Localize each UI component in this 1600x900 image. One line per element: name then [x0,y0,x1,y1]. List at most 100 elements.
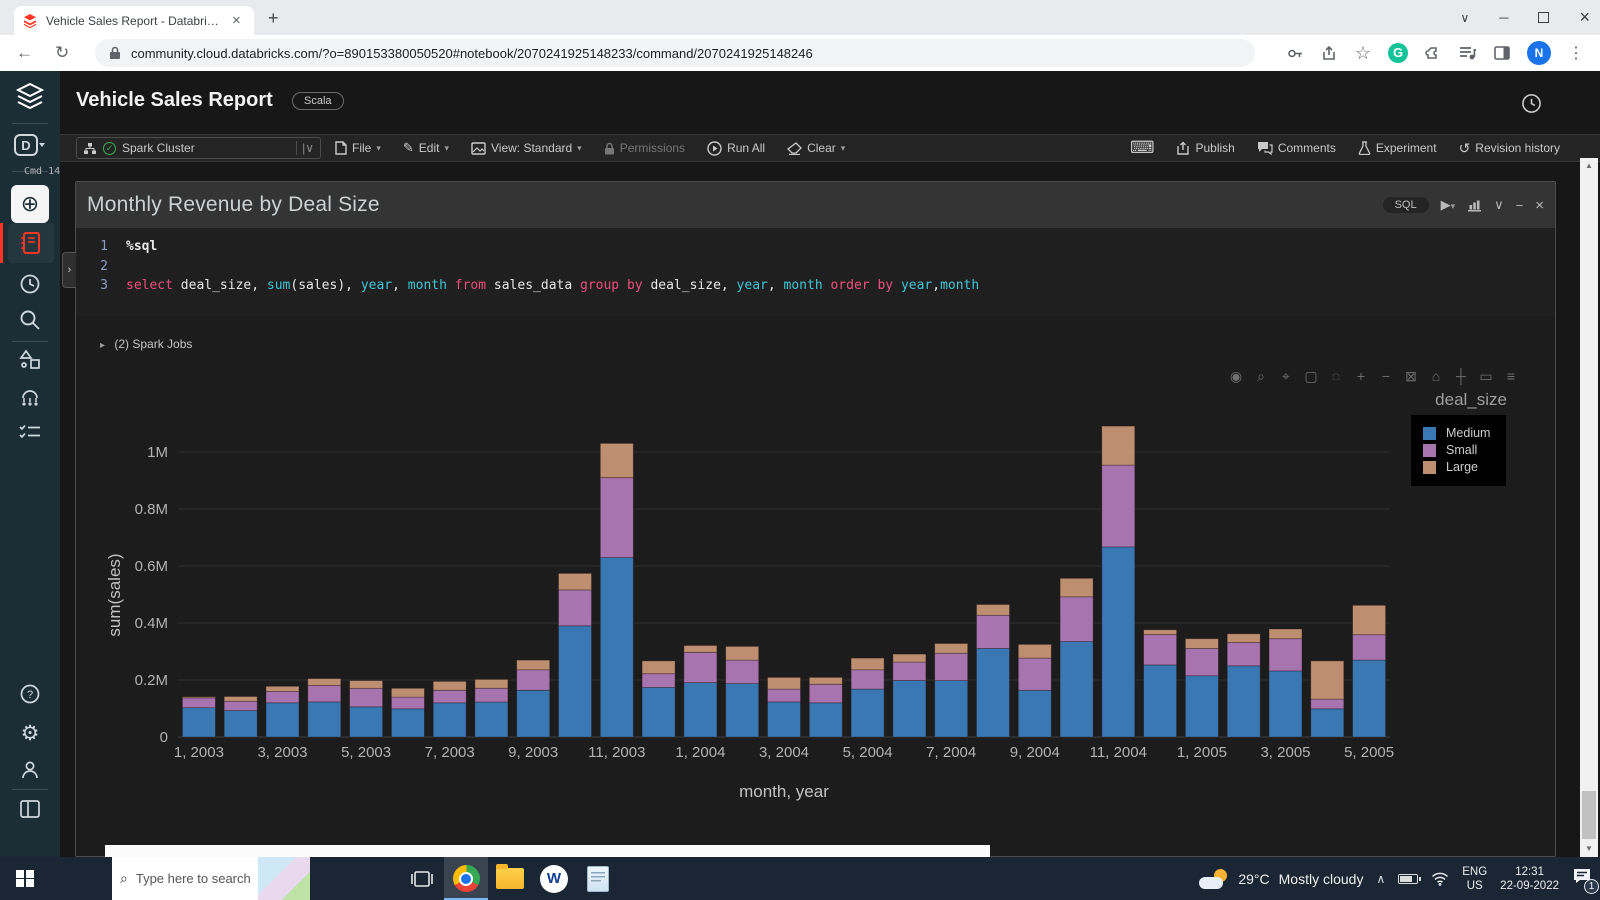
action-center-button[interactable]: 1 [1572,867,1592,890]
spark-jobs-toggle[interactable]: ▸ (2) Spark Jobs [100,337,192,351]
databricks-logo-icon[interactable] [0,83,60,111]
scrollbar[interactable]: ▲ ▼ [1580,158,1598,857]
scroll-down-icon[interactable]: ▼ [1580,841,1598,857]
tab-close-icon[interactable]: × [232,13,241,28]
taskbar-office-button[interactable]: W [532,857,576,900]
comments-button[interactable]: Comments [1257,141,1336,155]
task-view-button[interactable] [400,857,444,900]
browser-menu-dots-icon[interactable]: ⋮ [1568,43,1584,63]
cluster-dropdown-icon[interactable]: |∨ [296,141,314,155]
workspace-switcher[interactable]: D [0,133,60,157]
last-edit-clock-icon[interactable] [1521,93,1542,119]
zoom-out-icon[interactable]: − [1378,368,1394,385]
run-cell-button[interactable]: ▶▾ [1441,197,1456,213]
wifi-icon[interactable] [1431,872,1449,886]
sidebar-item-settings[interactable]: ⚙ [0,721,60,746]
spikelines-icon[interactable]: ┼ [1453,368,1469,385]
search-daily-image[interactable] [258,857,310,900]
legend-item[interactable]: Small [1423,443,1496,457]
share-icon[interactable] [1321,45,1338,62]
permissions-button[interactable]: Permissions [604,141,685,155]
sidebar-item-help[interactable]: ? [0,683,60,705]
cell-chevron-down-icon[interactable]: ∨ [1494,197,1504,213]
caret-down-icon: ▾ [444,143,449,154]
taskbar-weather[interactable]: 29°C Mostly cloudy [1199,869,1363,889]
view-menu[interactable]: View: Standard▾ [471,141,582,155]
scrollbar-thumb[interactable] [1582,791,1596,839]
camera-icon[interactable]: ◉ [1228,368,1244,385]
svg-text:7, 2004: 7, 2004 [926,744,976,761]
chart-legend[interactable]: Medium Small Large [1411,415,1506,486]
taskbar-notepad-button[interactable] [576,857,620,900]
notification-badge: 1 [1584,879,1599,894]
cell-minimize-icon[interactable]: − [1516,198,1524,213]
scroll-up-icon[interactable]: ▲ [1580,158,1598,174]
window-minimize-button[interactable]: ─ [1499,10,1508,25]
window-close-button[interactable]: × [1579,7,1590,28]
tab-search-chevron-icon[interactable]: ∨ [1460,11,1469,25]
side-panel-icon[interactable] [1494,45,1510,61]
sidebar-item-account[interactable] [0,759,60,781]
run-all-button[interactable]: Run All [707,141,765,156]
sidebar-item-notebook[interactable] [8,223,54,263]
search-placeholder: Type here to search [136,871,251,886]
language-badge[interactable]: Scala [292,92,344,110]
back-icon[interactable]: ← [16,43,33,63]
publish-button[interactable]: Publish [1176,141,1234,155]
sidebar-item-create[interactable]: ⊕ [11,185,49,223]
experiment-button[interactable]: Experiment [1358,141,1437,155]
pan-icon[interactable]: ⌖ [1278,368,1294,385]
databricks-app: D ⊕ [0,71,1600,857]
autoscale-icon[interactable]: ⊠ [1403,368,1419,385]
zoom-icon[interactable]: ⌕ [1253,368,1269,385]
browser-tab[interactable]: Vehicle Sales Report - Databricks × [14,6,254,35]
battery-icon[interactable] [1398,874,1418,884]
svg-text:7, 2003: 7, 2003 [425,744,475,761]
media-playlist-icon[interactable] [1459,46,1477,61]
taskbar-search[interactable]: ⌕ Type here to search [112,857,310,900]
cell-close-icon[interactable]: × [1535,197,1544,214]
lasso-icon[interactable]: ◌ [1328,368,1344,385]
zoom-in-icon[interactable]: + [1353,368,1369,385]
clear-menu[interactable]: Clear▾ [787,141,845,155]
clock-date[interactable]: 12:3122-09-2022 [1500,865,1559,893]
sidebar-item-recents[interactable] [0,273,60,295]
hover-closest-icon[interactable]: ▭ [1478,368,1494,385]
window-maximize-button[interactable] [1538,12,1549,23]
reset-axes-icon[interactable]: ⌂ [1428,368,1444,385]
tray-expand-icon[interactable]: ∧ [1376,872,1385,886]
cell-language-badge[interactable]: SQL [1383,197,1429,213]
taskbar-chrome-button[interactable] [444,857,488,900]
legend-item[interactable]: Large [1423,460,1496,474]
cell-collapse-handle[interactable]: › [62,252,76,288]
grammarly-extension-icon[interactable]: G [1388,43,1408,63]
new-tab-button[interactable]: + [268,8,279,29]
sidebar-item-jobs[interactable] [0,423,60,443]
sidebar-item-data[interactable] [0,349,60,371]
cell-title-bar[interactable]: Monthly Revenue by Deal Size SQL ▶▾ ∨ − … [76,182,1555,228]
box-select-icon[interactable]: ▢ [1303,368,1319,385]
visualization-icon[interactable] [1467,199,1482,212]
taskbar-explorer-button[interactable] [488,857,532,900]
sidebar-collapse-toggle[interactable] [0,799,60,819]
revision-history-button[interactable]: ↺ Revision history [1459,140,1560,157]
profile-avatar[interactable]: N [1527,41,1551,65]
url-field[interactable]: community.cloud.databricks.com/?o=890153… [95,39,1255,67]
sidebar-item-search[interactable] [0,309,60,331]
bookmark-star-icon[interactable]: ☆ [1355,43,1371,64]
cluster-selector[interactable]: ✓ Spark Cluster |∨ [76,137,321,159]
sidebar-item-compute[interactable] [0,386,60,408]
publish-icon [1176,141,1190,155]
language-indicator[interactable]: ENGUS [1462,865,1487,893]
extensions-puzzle-icon[interactable] [1425,45,1442,62]
password-key-icon[interactable] [1287,45,1304,62]
shortcuts-keyboard-icon[interactable]: ⌨ [1130,138,1155,158]
edit-menu[interactable]: ✎ Edit▾ [403,140,449,156]
code-editor[interactable]: 1%sql 2 3select deal_size, sum(sales), y… [76,228,1555,316]
search-icon: ⌕ [120,870,128,887]
start-button[interactable] [0,857,50,900]
hover-compare-icon[interactable]: ≡ [1503,368,1519,385]
reload-icon[interactable]: ↻ [55,43,69,63]
legend-item[interactable]: Medium [1423,426,1496,440]
file-menu[interactable]: File▾ [335,141,381,155]
